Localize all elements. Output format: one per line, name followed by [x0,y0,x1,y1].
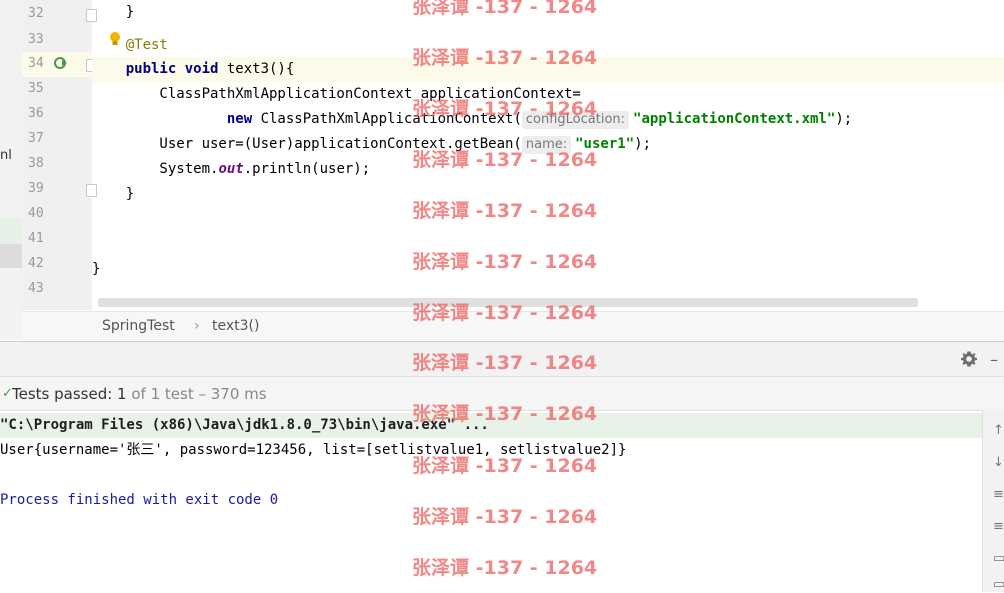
code-text: } [92,261,101,277]
test-status-text: Tests passed: 1 of 1 test – 370 ms [12,377,267,411]
scroll-up-icon[interactable]: ↑ [993,424,1004,438]
minimize-icon[interactable]: – [990,350,998,369]
watermark-text: 张泽谭 -137 - 1264 [412,251,598,273]
code-text: .println(user); [243,161,371,177]
gutter-row-40: 40 [22,202,92,227]
code-text: } [92,186,135,202]
breadcrumb-method[interactable]: text3() [212,318,259,334]
gutter-row-35: 35 [22,77,92,102]
watermark-text: 张泽谭 -137 - 1264 [412,0,598,18]
line-number: 34 [28,56,44,71]
clear-icon[interactable]: ▭ [993,578,1004,592]
project-panel-fragment: nl [0,148,12,163]
code-text: } [92,4,135,20]
keyword: new [92,111,261,127]
watermark-text: 张泽谭 -137 - 1264 [412,47,598,69]
watermark-text: 张泽谭 -137 - 1264 [412,506,598,528]
run-test-icon[interactable] [54,56,68,70]
gutter-row-36: 36 [22,102,92,127]
gutter-row-32: 32 [22,2,97,27]
code-text: text3(){ [226,61,295,77]
gutter-row-42: 42 [22,252,92,277]
line-number: 38 [28,156,44,171]
breadcrumb-separator: › [194,318,200,334]
line-number: 36 [28,106,44,121]
passed-count: 1 [117,385,127,403]
watermark-text: 张泽谭 -137 - 1264 [412,200,598,222]
gutter-row-41: 41 [22,227,92,252]
line-number: 33 [28,32,44,47]
string-literal: "applicationContext.xml" [633,111,836,127]
line-number: 35 [28,81,44,96]
gutter-row-37: 37 [22,127,92,152]
gutter-row-38: 38 [22,152,92,177]
line-number: 37 [28,131,44,146]
watermark-text: 张泽谭 -137 - 1264 [412,557,598,579]
gutter-row-39: 39 [22,177,97,202]
watermark-text: 张泽谭 -137 - 1264 [412,149,598,171]
gutter-row-33: 33 [22,28,120,53]
watermark-text: 张泽谭 -137 - 1264 [412,403,598,425]
print-icon[interactable]: ▭ [993,552,1004,566]
line-number: 32 [28,6,44,21]
project-row-selected [0,244,22,268]
status-suffix: of 1 test – 370 ms [126,385,267,403]
project-row-highlight [0,218,22,244]
watermark-text: 张泽谭 -137 - 1264 [412,352,598,374]
line-number: 39 [28,181,44,196]
test-annotation: @Test [92,37,168,53]
static-field: out [218,161,244,177]
console-toolbar: ↑ ↓ ≡ ≡ ▭ ▭ [982,410,1004,592]
status-prefix: Tests passed: [12,385,118,403]
watermark-text: 张泽谭 -137 - 1264 [412,98,598,120]
line-number: 43 [28,281,44,296]
line-number: 41 [28,231,44,246]
line-number: 42 [28,256,44,271]
watermark-text: 张泽谭 -137 - 1264 [412,302,598,324]
scroll-to-end-icon[interactable]: ≡ [993,520,1004,534]
gutter-row-43: 43 [22,277,92,302]
code-text: System. [92,161,219,177]
code-text: ); [835,111,853,127]
keyword: public void [92,61,227,77]
breadcrumb-class[interactable]: SpringTest [102,318,175,334]
line-number: 40 [28,206,44,221]
gutter-row-34: 34 [22,52,97,77]
gear-icon[interactable] [960,350,978,368]
soft-wrap-icon[interactable]: ≡ [993,488,1004,502]
watermark-text: 张泽谭 -137 - 1264 [412,455,598,477]
scroll-down-icon[interactable]: ↓ [993,456,1004,470]
code-text: ); [634,136,651,152]
project-panel-edge: nl [0,0,23,340]
